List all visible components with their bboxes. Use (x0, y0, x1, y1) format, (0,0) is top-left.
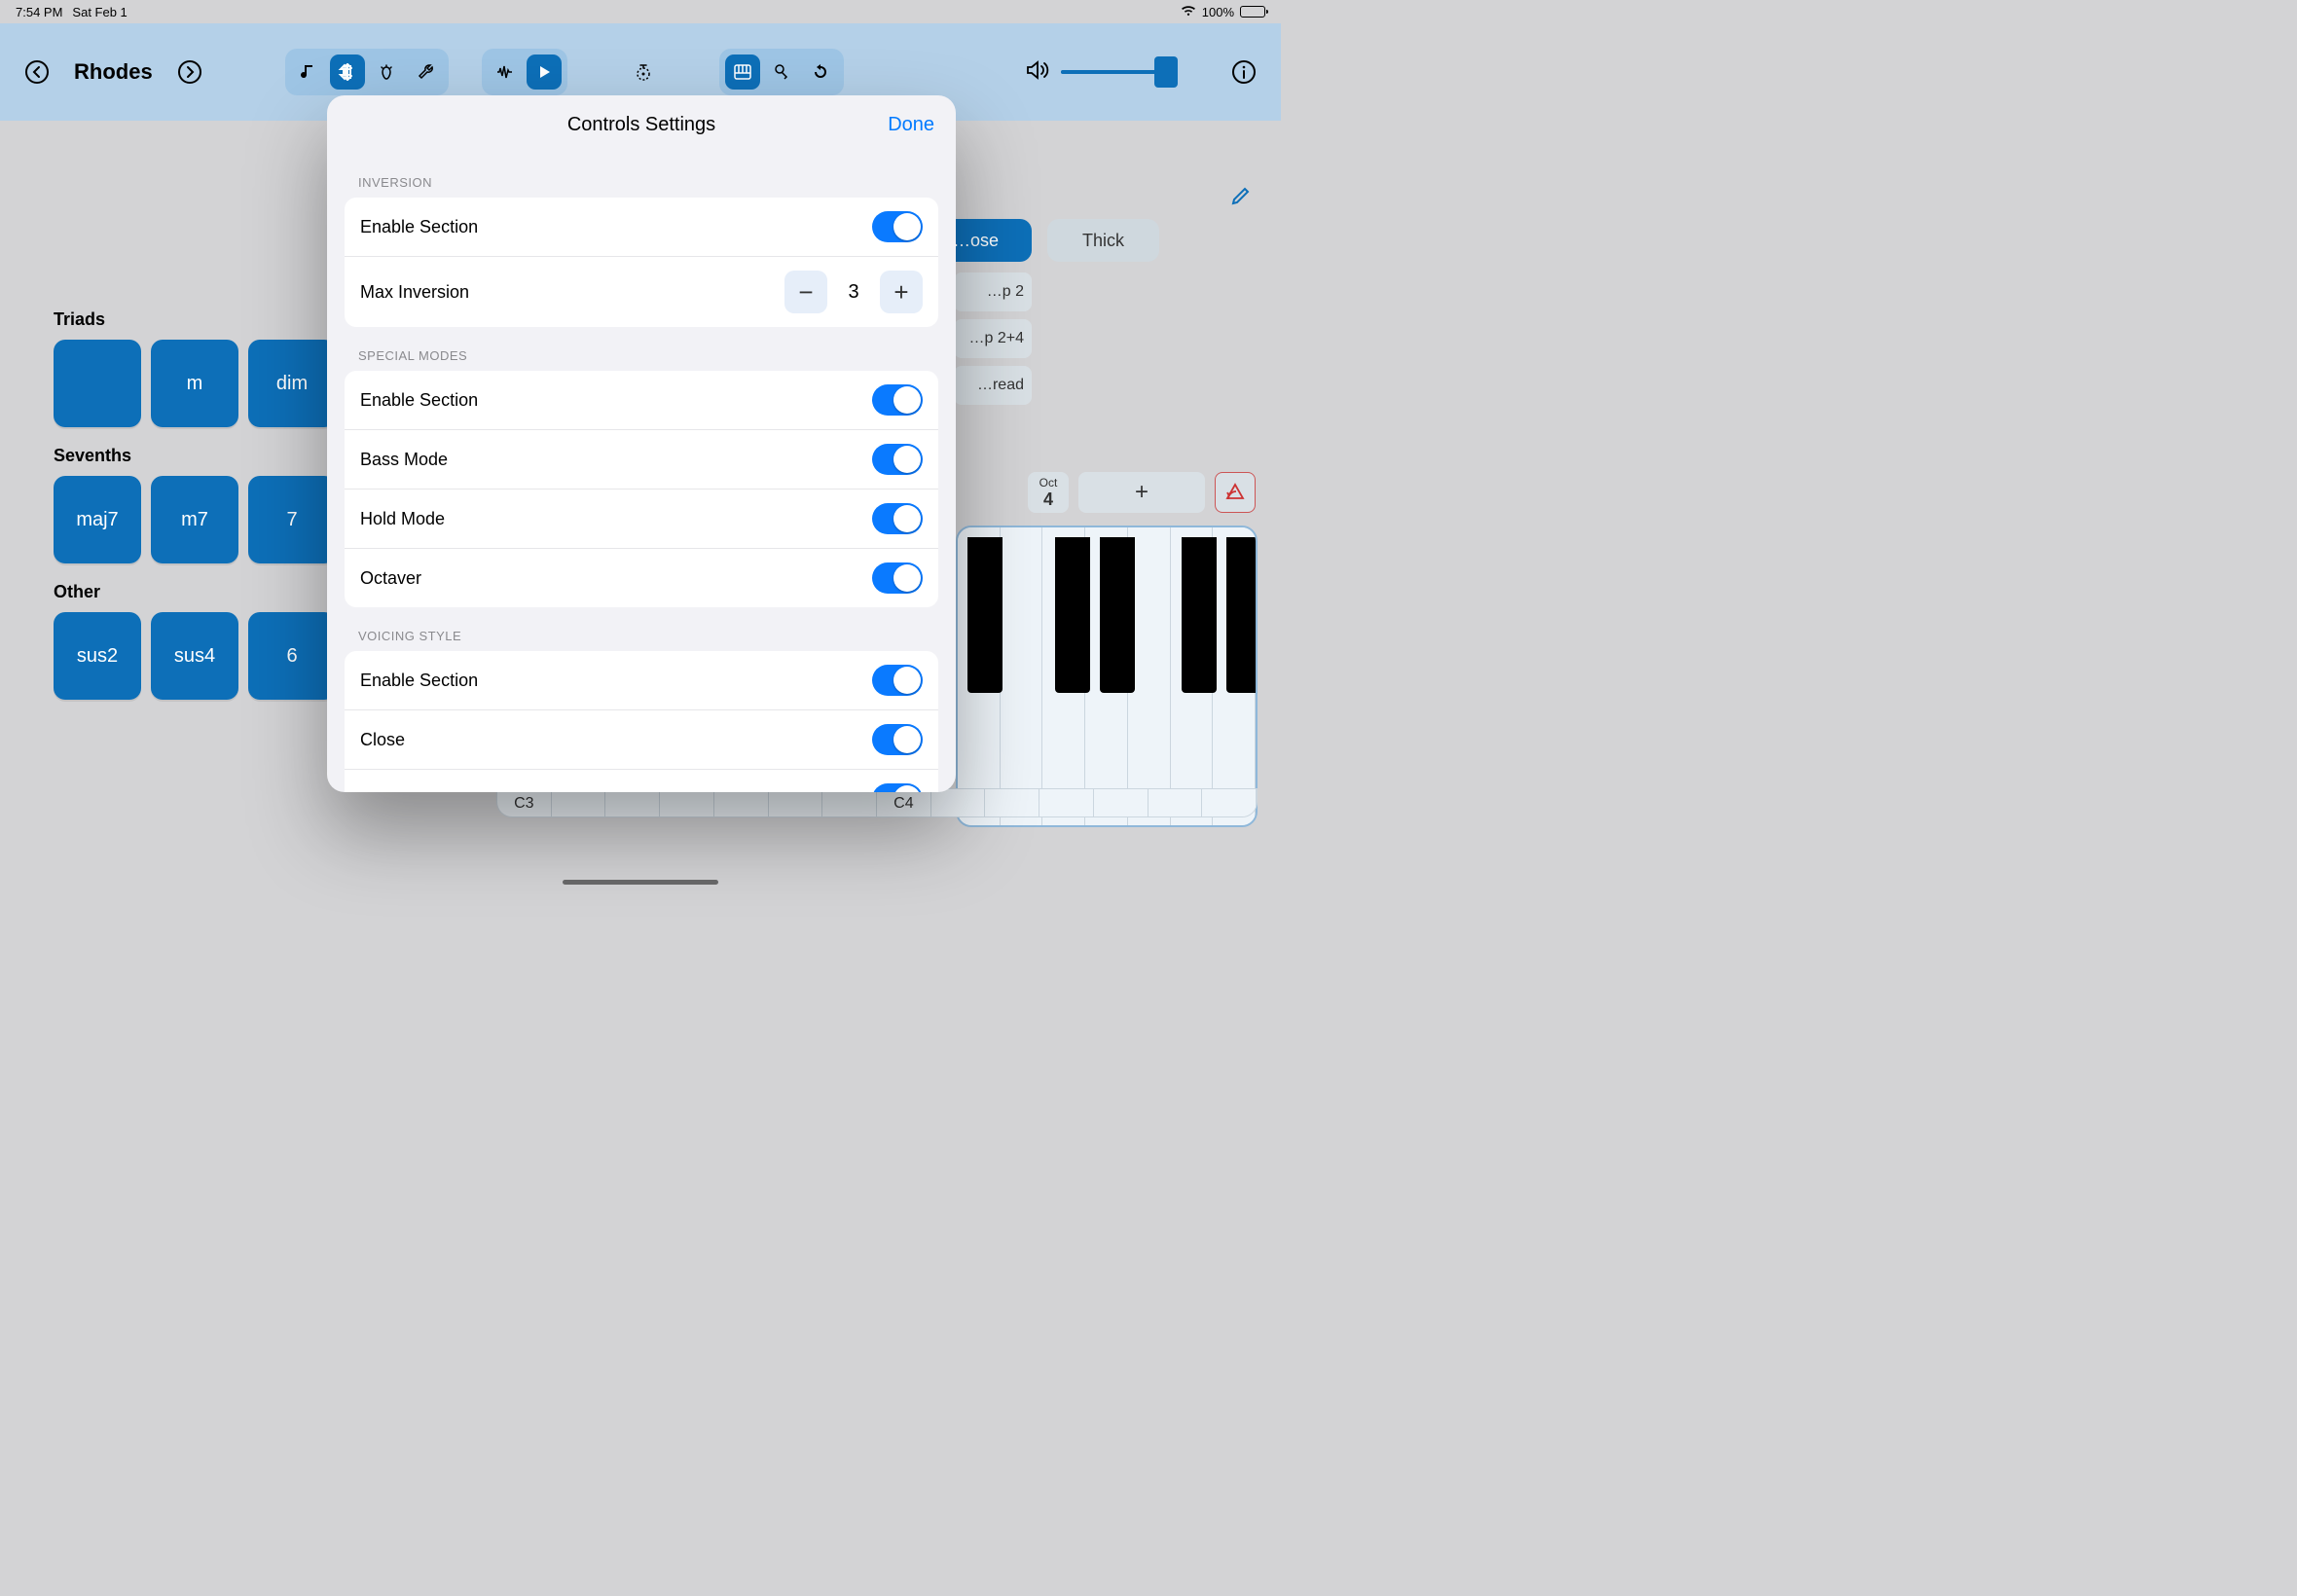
clap-icon[interactable] (369, 54, 404, 90)
stepper-value: 3 (845, 281, 862, 304)
row-max-inversion: Max Inversion − 3 + (345, 256, 938, 327)
switch-inversion-enable[interactable] (872, 211, 923, 242)
switch-octaver[interactable] (872, 562, 923, 594)
chip-m7[interactable]: m7 (151, 476, 238, 563)
chip-triad-dim[interactable]: dim (248, 340, 336, 427)
modal-header: Controls Settings Done (327, 95, 956, 154)
reset-icon[interactable] (803, 54, 838, 90)
label-inversion-enable: Enable Section (360, 217, 478, 237)
chip-sus4[interactable]: sus4 (151, 612, 238, 700)
switch-voicing-close[interactable] (872, 724, 923, 755)
row-bass-mode: Bass Mode (345, 429, 938, 489)
voicing-list: …p 2 …p 2+4 …read (954, 272, 1032, 405)
row-inversion-enable: Enable Section (345, 198, 938, 256)
switch-special-enable[interactable] (872, 384, 923, 416)
modal-title: Controls Settings (567, 114, 715, 136)
switch-voicing-drop2[interactable] (872, 783, 923, 792)
piano-keyboard[interactable] (956, 526, 1258, 827)
label-max-inversion: Max Inversion (360, 282, 469, 303)
pill-thick[interactable]: Thick (1047, 219, 1159, 262)
volume-slider[interactable] (1061, 70, 1178, 74)
other-title: Other (54, 582, 336, 602)
status-time: 7:54 PM (16, 5, 62, 19)
section-other: Other sus2 sus4 6 (54, 562, 336, 700)
label-special-enable: Enable Section (360, 390, 478, 411)
row-special-enable: Enable Section (345, 371, 938, 429)
toolbar-group-1 (285, 49, 449, 95)
switch-voicing-enable[interactable] (872, 665, 923, 696)
waveform-icon[interactable] (488, 54, 523, 90)
row-octaver: Octaver (345, 548, 938, 607)
chip-triad-major[interactable] (54, 340, 141, 427)
piano-icon[interactable] (725, 54, 760, 90)
wifi-icon (1181, 5, 1196, 19)
battery-icon (1240, 6, 1265, 18)
arrows-updown-icon[interactable] (330, 54, 365, 90)
next-preset-button[interactable] (172, 54, 207, 90)
status-bar: 7:54 PM Sat Feb 1 100% (0, 0, 1281, 23)
battery-pct: 100% (1202, 5, 1234, 19)
card-voicing: Enable Section Close Drop 2 (345, 651, 938, 792)
section-header-inversion: Inversion (345, 154, 938, 198)
switch-hold-mode[interactable] (872, 503, 923, 534)
label-voicing-enable: Enable Section (360, 671, 478, 691)
row-voicing-enable: Enable Section (345, 651, 938, 709)
section-header-special: Special Modes (345, 327, 938, 371)
row-voicing-close: Close (345, 709, 938, 769)
octave-display[interactable]: Oct 4 (1028, 472, 1069, 513)
octave-strip: Oct 4 + (1028, 472, 1256, 513)
modal-body[interactable]: Inversion Enable Section Max Inversion −… (327, 154, 956, 792)
key-icon[interactable] (764, 54, 799, 90)
label-voicing-drop2: Drop 2 (360, 789, 413, 793)
done-button[interactable]: Done (888, 114, 934, 136)
note-icon[interactable] (291, 54, 326, 90)
toolbar-group-3 (719, 49, 844, 95)
stepper-plus[interactable]: + (880, 271, 923, 313)
oct-value: 4 (1043, 490, 1053, 510)
section-triads: Triads m dim (54, 290, 336, 427)
section-sevenths: Sevenths maj7 m7 7 (54, 426, 336, 563)
label-octaver: Octaver (360, 568, 421, 589)
wrench-icon[interactable] (408, 54, 443, 90)
home-indicator (563, 880, 718, 885)
note-c4: C4 (877, 789, 931, 816)
controls-settings-modal: Controls Settings Done Inversion Enable … (327, 95, 956, 792)
edit-icon[interactable] (1230, 185, 1252, 211)
label-bass-mode: Bass Mode (360, 450, 448, 470)
oct-label: Oct (1039, 476, 1058, 490)
chip-sus2[interactable]: sus2 (54, 612, 141, 700)
switch-bass-mode[interactable] (872, 444, 923, 475)
volume-icon (1024, 56, 1051, 89)
card-inversion: Enable Section Max Inversion − 3 + (345, 198, 938, 327)
timer-icon[interactable] (626, 54, 661, 90)
triads-title: Triads (54, 309, 336, 330)
panic-button[interactable] (1215, 472, 1256, 513)
sevenths-title: Sevenths (54, 446, 336, 466)
add-octave-button[interactable]: + (1078, 472, 1205, 513)
chip-maj7[interactable]: maj7 (54, 476, 141, 563)
chip-6[interactable]: 6 (248, 612, 336, 700)
prev-preset-button[interactable] (19, 54, 55, 90)
info-icon[interactable] (1226, 54, 1261, 90)
label-voicing-close: Close (360, 730, 405, 750)
label-hold-mode: Hold Mode (360, 509, 445, 529)
card-special: Enable Section Bass Mode Hold Mode Octav… (345, 371, 938, 607)
preset-name[interactable]: Rhodes (74, 59, 153, 85)
status-date: Sat Feb 1 (72, 5, 127, 19)
voicing-drop2[interactable]: …p 2 (954, 272, 1032, 311)
toolbar-group-2 (482, 49, 567, 95)
chip-7[interactable]: 7 (248, 476, 336, 563)
chip-triad-minor[interactable]: m (151, 340, 238, 427)
stepper-minus[interactable]: − (784, 271, 827, 313)
section-header-voicing: Voicing Style (345, 607, 938, 651)
note-c3: C3 (497, 789, 552, 816)
stepper-max-inversion: − 3 + (784, 271, 923, 313)
voicing-spread[interactable]: …read (954, 366, 1032, 405)
row-hold-mode: Hold Mode (345, 489, 938, 548)
row-voicing-drop2: Drop 2 (345, 769, 938, 792)
voicing-drop24[interactable]: …p 2+4 (954, 319, 1032, 358)
play-icon[interactable] (527, 54, 562, 90)
note-labels: C3 C4 (496, 788, 1258, 817)
